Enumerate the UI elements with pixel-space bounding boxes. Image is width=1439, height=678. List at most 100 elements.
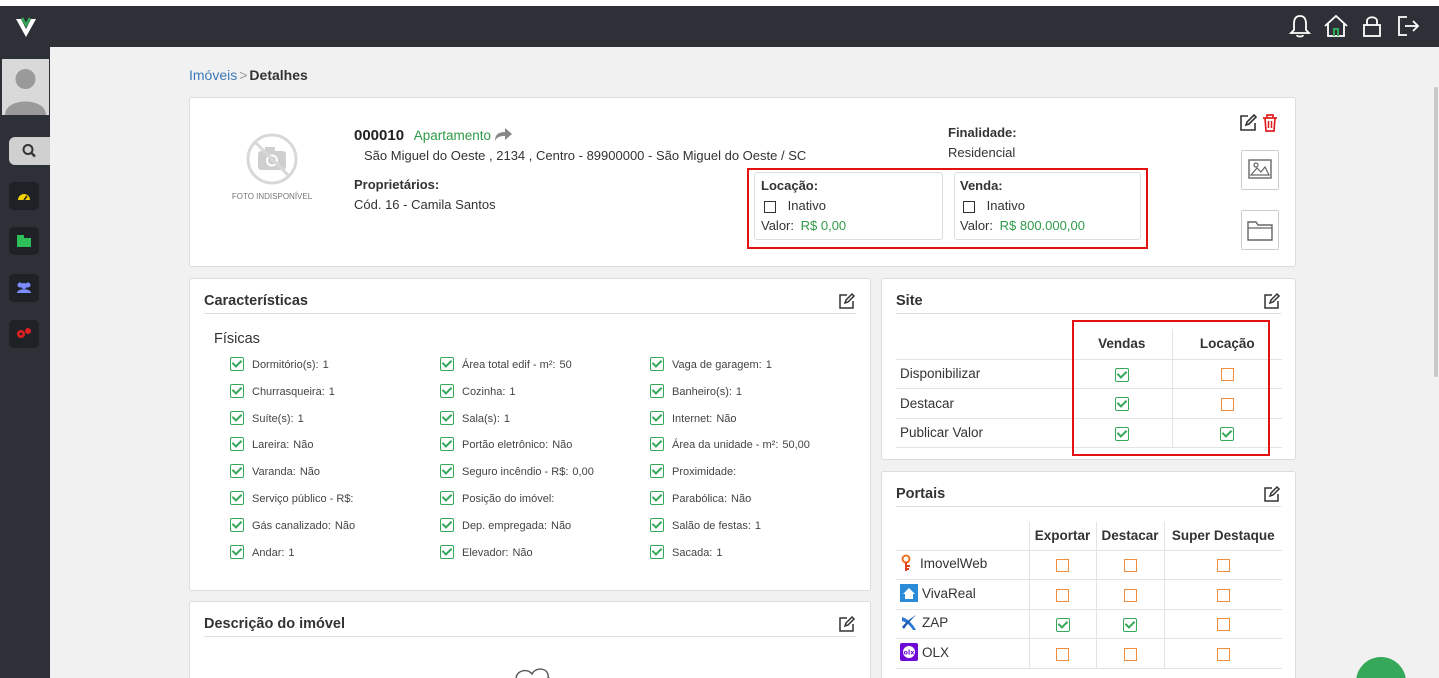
gallery-button[interactable]	[1241, 150, 1279, 190]
bell-icon[interactable]	[1287, 13, 1313, 39]
home-icon[interactable]	[1323, 13, 1349, 39]
page-scrollbar[interactable]	[1433, 47, 1439, 678]
portal-name-cell: VivaReal	[896, 579, 1029, 610]
feature-item: Salão de festas: 1	[650, 517, 761, 532]
portal-checkbox[interactable]	[1056, 647, 1069, 661]
portal-name: ImovelWeb	[920, 556, 988, 572]
feature-checkbox[interactable]	[440, 437, 454, 452]
portal-cell-destacar	[1095, 579, 1164, 610]
trash-icon[interactable]	[1261, 113, 1279, 133]
feature-checkbox[interactable]	[230, 357, 244, 371]
feature-checkbox[interactable]	[650, 544, 664, 559]
portal-checkbox[interactable]	[1123, 588, 1137, 602]
portal-checkbox[interactable]	[1216, 618, 1230, 632]
imovelweb-icon	[900, 554, 916, 575]
feature-checkbox[interactable]	[440, 383, 454, 398]
owners-value[interactable]: Cód. 16 - Camila Santos	[354, 197, 496, 212]
breadcrumb-link-imoveis[interactable]: Imóveis	[189, 67, 237, 83]
feature-item: Suíte(s): 1	[230, 410, 304, 425]
feature-label: Cozinha:	[462, 385, 506, 398]
logout-icon[interactable]	[1395, 13, 1421, 39]
feature-label: Portão eletrônico:	[462, 439, 549, 452]
feature-checkbox[interactable]	[230, 410, 244, 425]
portais-card: Portais Exportar Destacar Super Destaque…	[881, 471, 1296, 678]
feature-item: Lareira: Não	[230, 437, 313, 452]
feature-label: Salão de festas:	[672, 519, 751, 532]
feature-checkbox[interactable]	[650, 357, 664, 371]
sidebar-item-dashboard[interactable]	[9, 182, 39, 210]
feature-checkbox[interactable]	[230, 437, 244, 452]
folder-button[interactable]	[1241, 210, 1279, 250]
feature-label: Banheiro(s):	[672, 385, 732, 398]
share-icon[interactable]	[494, 128, 512, 141]
feature-checkbox[interactable]	[230, 544, 244, 559]
feature-checkbox[interactable]	[440, 517, 454, 532]
app-logo[interactable]	[13, 14, 39, 40]
feature-checkbox[interactable]	[440, 544, 454, 559]
feature-value: Não	[731, 493, 752, 505]
feature-checkbox[interactable]	[230, 517, 244, 532]
feature-label: Varanda:	[252, 466, 296, 479]
feature-item: Churrasqueira: 1	[230, 383, 335, 398]
portal-checkbox[interactable]	[1056, 559, 1069, 573]
portal-checkbox[interactable]	[1123, 647, 1137, 661]
feature-label: Proximidade:	[672, 466, 737, 479]
feature-item: Dormitório(s): 1	[230, 357, 329, 371]
portais-table: Exportar Destacar Super Destaque ImovelW…	[896, 522, 1282, 669]
feature-value: Não	[716, 412, 737, 425]
feature-checkbox[interactable]	[650, 410, 664, 425]
feature-value: 0,00	[572, 466, 594, 479]
portal-checkbox[interactable]	[1216, 559, 1230, 573]
feature-checkbox[interactable]	[650, 383, 664, 398]
sidebar-item-configuracoes[interactable]	[9, 320, 39, 348]
portal-name-cell: olx OLX	[896, 638, 1029, 669]
feature-checkbox[interactable]	[440, 357, 454, 371]
portal-checkbox[interactable]	[1123, 617, 1137, 632]
olx-icon: olx	[900, 642, 918, 664]
feature-checkbox[interactable]	[230, 464, 244, 479]
feature-label: Seguro incêndio - R$:	[462, 466, 569, 479]
image-icon	[1248, 159, 1272, 179]
sidebar-search-button[interactable]	[9, 137, 50, 165]
feature-checkbox[interactable]	[650, 464, 664, 479]
sidebar-item-imoveis[interactable]	[9, 227, 39, 255]
help-floating-button[interactable]	[1356, 657, 1406, 678]
portal-checkbox[interactable]	[1123, 559, 1137, 573]
avatar[interactable]	[2, 59, 49, 115]
finalidade-value: Residencial	[948, 145, 1016, 160]
portal-checkbox[interactable]	[1216, 588, 1230, 602]
feature-label: Lareira:	[252, 439, 290, 452]
feature-checkbox[interactable]	[230, 383, 244, 398]
edit-icon[interactable]	[1238, 113, 1258, 133]
sidebar-item-clientes[interactable]	[9, 274, 39, 302]
feature-checkbox[interactable]	[650, 491, 664, 505]
feature-checkbox[interactable]	[440, 491, 454, 505]
feature-checkbox[interactable]	[440, 464, 454, 479]
property-type: Apartamento	[413, 128, 491, 143]
edit-portais-icon[interactable]	[1263, 485, 1281, 503]
feature-value: Não	[551, 519, 572, 532]
lock-icon[interactable]	[1359, 13, 1385, 39]
property-address: São Miguel do Oeste , 2134 , Centro - 89…	[364, 148, 807, 163]
feature-checkbox[interactable]	[650, 517, 664, 532]
feature-checkbox[interactable]	[650, 437, 664, 452]
feature-item: Parabólica: Não	[650, 491, 751, 505]
edit-caracteristicas-icon[interactable]	[838, 292, 856, 310]
feature-value: Não	[299, 466, 321, 479]
portal-checkbox[interactable]	[1055, 617, 1070, 632]
portal-checkbox[interactable]	[1216, 647, 1230, 661]
edit-descricao-icon[interactable]	[838, 615, 856, 633]
caracteristicas-title: Características	[204, 293, 308, 309]
portal-checkbox[interactable]	[1056, 588, 1069, 602]
scrollbar-thumb[interactable]	[1434, 87, 1438, 377]
feature-value: Não	[552, 439, 573, 452]
feature-item: Vaga de garagem: 1	[650, 357, 772, 371]
feature-item: Serviço público - R$:	[230, 491, 358, 505]
feature-checkbox[interactable]	[230, 491, 244, 505]
feature-value: 1	[765, 359, 772, 371]
feature-value: 1	[503, 412, 511, 425]
feature-checkbox[interactable]	[440, 410, 454, 425]
edit-site-icon[interactable]	[1263, 292, 1281, 310]
feature-item: Área total edif - m²: 50	[440, 357, 572, 371]
feature-item: Varanda: Não	[230, 464, 321, 479]
